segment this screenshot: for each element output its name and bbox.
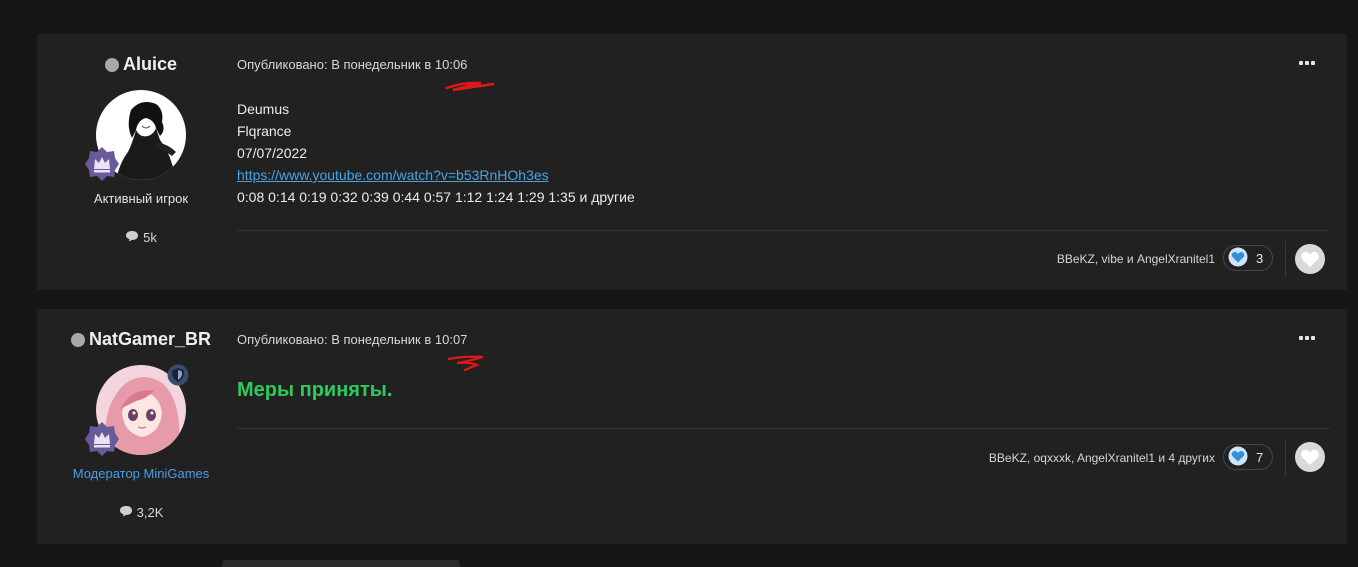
content-line: Deumus xyxy=(237,101,290,117)
pagination-bar xyxy=(222,560,460,567)
comment-icon xyxy=(119,505,133,520)
more-options-icon[interactable] xyxy=(1297,56,1317,70)
crown-icon xyxy=(84,146,120,182)
heart-reaction-icon xyxy=(1228,446,1248,469)
timestamps-line: 0:08 0:14 0:19 0:32 0:39 0:44 0:57 1:12 … xyxy=(237,189,635,205)
author-panel: Aluice Активный игрок 5k xyxy=(37,34,245,290)
post-date[interactable]: Опубликовано: В понедельник в 10:06 xyxy=(237,57,467,72)
youtube-link[interactable]: https://www.youtube.com/watch?v=b53RnHOh… xyxy=(237,167,549,183)
reaction-counter[interactable]: 7 xyxy=(1223,444,1273,470)
author-name-text[interactable]: Aluice xyxy=(123,54,177,75)
post-date[interactable]: Опубликовано: В понедельник в 10:07 xyxy=(237,332,467,347)
offline-status-icon xyxy=(104,57,119,72)
divider xyxy=(237,428,1330,429)
post-content: Deumus Flqrance 07/07/2022 https://www.y… xyxy=(237,98,635,208)
user-role: Модератор MiniGames xyxy=(72,466,210,481)
shield-icon xyxy=(167,364,189,386)
divider xyxy=(1285,440,1286,476)
post-count-value: 5k xyxy=(143,230,157,245)
red-scribble-annotation xyxy=(445,81,495,92)
like-button[interactable] xyxy=(1295,244,1325,274)
heart-icon xyxy=(1301,449,1319,465)
post-count: 5k xyxy=(37,230,245,245)
more-options-icon[interactable] xyxy=(1297,331,1317,345)
content-line: Flqrance xyxy=(237,123,292,139)
post-message: Меры приняты. xyxy=(237,379,393,401)
author-name[interactable]: Aluice xyxy=(37,54,245,75)
reaction-count: 7 xyxy=(1256,449,1264,465)
heart-reaction-icon xyxy=(1228,247,1248,270)
reaction-count: 3 xyxy=(1256,250,1264,266)
divider xyxy=(1285,241,1286,277)
heart-icon xyxy=(1301,251,1319,267)
author-name-text[interactable]: NatGamer_BR xyxy=(89,329,211,350)
offline-status-icon xyxy=(70,332,85,347)
user-role: Активный игрок xyxy=(93,191,189,206)
reaction-users[interactable]: BBeKZ, oqxxxk, AngelXranitel1 и 4 других xyxy=(989,451,1215,465)
divider xyxy=(237,230,1330,231)
post-count-value: 3,2K xyxy=(136,505,164,520)
crown-icon xyxy=(84,421,120,457)
reaction-users[interactable]: BBeKZ, vibe и AngelXranitel1 xyxy=(1057,252,1215,266)
reaction-counter[interactable]: 3 xyxy=(1223,245,1273,271)
post-card: NatGamer_BR Модератор MiniGames 3,2K Опу… xyxy=(37,309,1347,544)
red-scribble-annotation xyxy=(447,355,484,372)
comment-icon xyxy=(125,230,139,245)
post-card: Aluice Активный игрок 5k Опубликовано: В… xyxy=(37,34,1347,290)
author-name[interactable]: NatGamer_BR xyxy=(37,329,245,350)
author-panel: NatGamer_BR Модератор MiniGames 3,2K xyxy=(37,309,245,544)
post-count: 3,2K xyxy=(37,505,245,520)
like-button[interactable] xyxy=(1295,442,1325,472)
content-line: 07/07/2022 xyxy=(237,145,308,161)
